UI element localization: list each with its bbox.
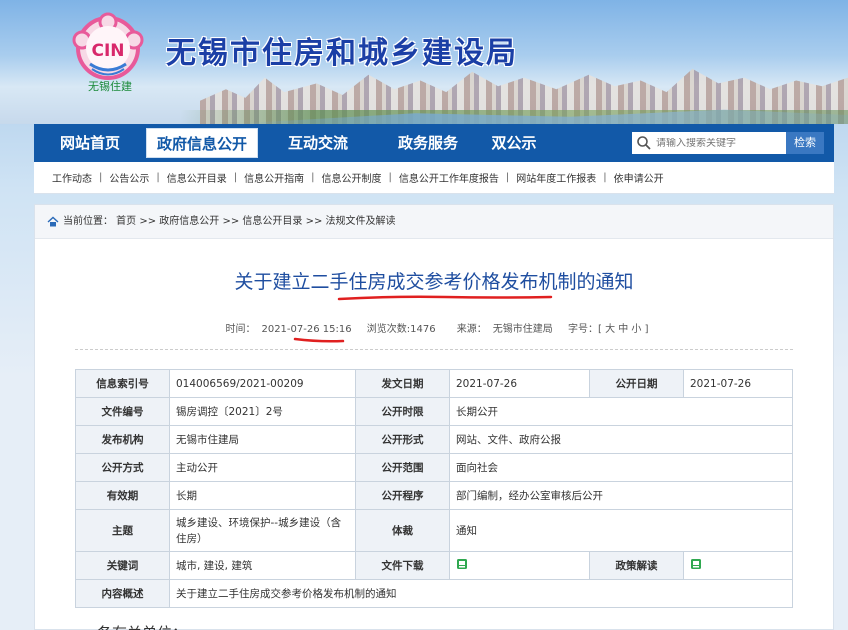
site-title: 无锡市住房和城乡建设局 [166,36,518,71]
label-file-download: 文件下载 [355,551,450,580]
subnav-item-announcements[interactable]: 公告公示 [109,170,149,185]
subnav-item-system[interactable]: 信息公开制度 [322,170,382,185]
table-row: 公开方式 主动公开 公开范围 面向社会 [75,453,793,482]
value-validity: 长期 [169,481,356,510]
publish-time: 2021-07-26 15:16 [261,324,352,335]
value-theme: 城乡建设、环境保护--城乡建设（含住房） [169,509,356,552]
label-public-date: 公开日期 [589,369,684,398]
nav-item-home[interactable]: 网站首页 [34,124,146,162]
logo-subtitle: 无锡住建 [88,80,132,93]
value-doc-no: 锡房调控〔2021〕2号 [169,397,356,426]
source-label: 来源： [456,324,487,335]
info-table: 信息索引号 014006569/2021-00209 发文日期 2021-07-… [75,369,793,608]
time-label: 时间： [225,324,256,335]
font-size-control[interactable]: 字号：[ 大 中 小 ] [568,324,649,335]
nav-item-double-publicity[interactable]: 双公示 [478,124,550,162]
value-public-mode: 主动公开 [169,453,356,482]
label-policy-interpretation: 政策解读 [589,551,684,580]
nav-item-services[interactable]: 政务服务 [378,124,478,162]
value-keywords: 城市, 建设, 建筑 [169,551,356,580]
value-publisher: 无锡市住建局 [169,425,356,454]
label-index: 信息索引号 [75,369,170,398]
label-doc-no: 文件编号 [75,397,170,426]
nav-item-gov-info[interactable]: 政府信息公开 [146,128,258,158]
table-row: 发布机构 无锡市住建局 公开形式 网站、文件、政府公报 [75,425,793,454]
download-icon[interactable] [456,558,468,570]
label-keywords: 关键词 [75,551,170,580]
search-box [632,132,786,154]
table-row: 内容概述 关于建立二手住房成交参考价格发布机制的通知 [75,579,793,608]
table-row: 主题 城乡建设、环境保护--城乡建设（含住房） 体裁 通知 [75,509,793,552]
search-input[interactable] [656,137,782,149]
value-public-scope: 面向社会 [449,453,793,482]
search-icon [637,136,651,150]
subnav-item-apply[interactable]: 依申请公开 [614,170,664,185]
label-public-scope: 公开范围 [355,453,450,482]
breadcrumb-text[interactable]: 当前位置： 首页 >> 政府信息公开 >> 信息公开目录 >> 法规文件及解读 [63,205,396,239]
article-meta: 时间： 2021-07-26 15:16 浏览次数:1476 来源： 无锡市住建局 … [35,320,833,335]
label-public-form: 公开形式 [355,425,450,454]
table-row: 文件编号 锡房调控〔2021〕2号 公开时限 长期公开 [75,397,793,426]
label-publisher: 发布机构 [75,425,170,454]
subnav-item-catalog[interactable]: 信息公开目录 [167,170,227,185]
table-row: 有效期 长期 公开程序 部门编制，经办公室审核后公开 [75,481,793,510]
table-row: 关键词 城市, 建设, 建筑 文件下载 政策解读 [75,551,793,580]
download-icon[interactable] [690,558,702,570]
view-count: 浏览次数:1476 [366,324,436,335]
content-panel: 当前位置： 首页 >> 政府信息公开 >> 信息公开目录 >> 法规文件及解读 … [34,204,834,630]
nav-item-interaction[interactable]: 互动交流 [258,124,378,162]
sub-nav: 工作动态 | 公告公示 | 信息公开目录 | 信息公开指南 | 信息公开制度 | 信息公开… [34,162,834,194]
value-policy-interpretation [683,551,793,580]
subnav-item-website-report[interactable]: 网站年度工作报表 [516,170,596,185]
label-summary: 内容概述 [75,579,170,608]
subnav-item-work-news[interactable]: 工作动态 [52,170,92,185]
logo-text: CIN [91,41,124,61]
value-index: 014006569/2021-00209 [169,369,356,398]
search-button[interactable]: 检索 [786,132,824,154]
label-issue-date: 发文日期 [355,369,450,398]
value-public-date: 2021-07-26 [683,369,793,398]
value-genre: 通知 [449,509,793,552]
value-issue-date: 2021-07-26 [449,369,590,398]
main-nav: 网站首页 政府信息公开 互动交流 政务服务 双公示 检索 [34,124,834,162]
table-row: 信息索引号 014006569/2021-00209 发文日期 2021-07-… [75,369,793,398]
cin-logo-icon: CIN [72,12,144,80]
label-public-mode: 公开方式 [75,453,170,482]
divider [75,349,793,350]
value-file-download [449,551,590,580]
subnav-item-annual-report[interactable]: 信息公开工作年度报告 [399,170,499,185]
label-procedure: 公开程序 [355,481,450,510]
value-time-limit: 长期公开 [449,397,793,426]
label-theme: 主题 [75,509,170,552]
value-procedure: 部门编制，经办公室审核后公开 [449,481,793,510]
value-summary: 关于建立二手住房成交参考价格发布机制的通知 [169,579,793,608]
red-underline-annotation-time [293,337,345,343]
article-title: 关于建立二手住房成交参考价格发布机制的通知 [234,271,634,293]
breadcrumb: 当前位置： 首页 >> 政府信息公开 >> 信息公开目录 >> 法规文件及解读 [35,205,833,239]
label-genre: 体裁 [355,509,450,552]
red-underline-annotation [337,295,553,301]
body-start-text: 各有关单位： [97,622,187,630]
value-public-form: 网站、文件、政府公报 [449,425,793,454]
label-validity: 有效期 [75,481,170,510]
subnav-item-guide[interactable]: 信息公开指南 [244,170,304,185]
source-value: 无锡市住建局 [492,324,553,335]
home-icon [47,216,59,226]
label-time-limit: 公开时限 [355,397,450,426]
